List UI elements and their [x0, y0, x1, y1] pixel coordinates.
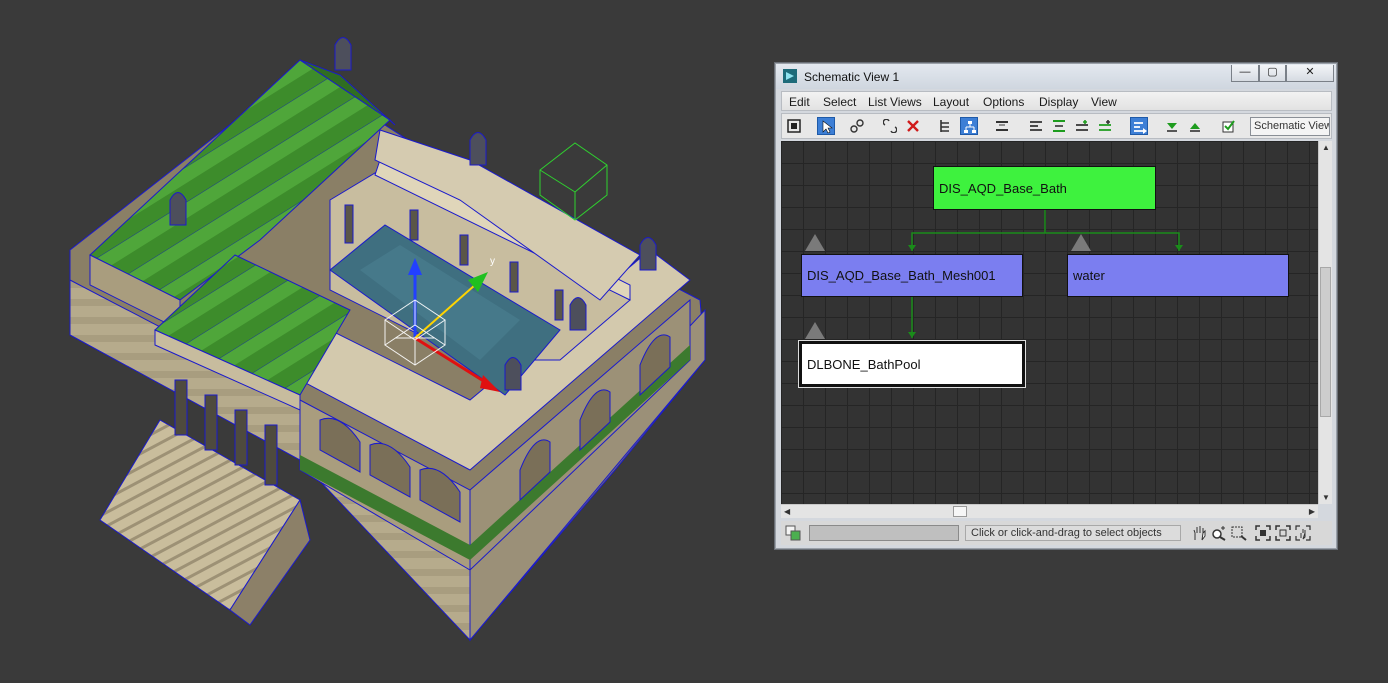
zoom-region-icon[interactable]	[1231, 525, 1247, 541]
window-title: Schematic View 1	[804, 70, 900, 84]
title-bar[interactable]: Schematic View 1 — ▢ ✕	[776, 64, 1336, 89]
vertical-scrollbar[interactable]: ▲ ▼	[1318, 141, 1332, 504]
menu-options[interactable]: Options	[983, 95, 1024, 109]
pan-to-selected-icon[interactable]	[1295, 525, 1311, 541]
status-node-icon[interactable]	[785, 525, 801, 541]
vertical-scroll-thumb[interactable]	[1320, 267, 1331, 417]
app-icon	[783, 69, 797, 83]
gizmo-y-label: y	[490, 256, 495, 267]
align-center-icon[interactable]	[1050, 117, 1068, 135]
zoom-extents-selected-icon[interactable]	[1275, 525, 1291, 541]
toolbar: Schematic View 1	[781, 113, 1332, 139]
schematic-canvas[interactable]: DIS_AQD_Base_Bath DIS_AQD_Base_Bath_Mesh…	[781, 141, 1318, 504]
references-mode-icon[interactable]	[960, 117, 978, 135]
zoom-icon[interactable]	[1211, 525, 1227, 541]
show-floater-icon[interactable]	[1130, 117, 1148, 135]
scroll-left-icon[interactable]: ◀	[784, 507, 790, 516]
node-dlbone-bathpool[interactable]: DLBONE_BathPool	[798, 340, 1026, 388]
node-collapse-triangle[interactable]	[805, 322, 825, 339]
scroll-up-icon[interactable]: ▲	[1322, 143, 1330, 152]
3d-viewport[interactable]: y	[0, 0, 770, 683]
schematic-view-window[interactable]: Schematic View 1 — ▢ ✕ Edit Select List …	[774, 62, 1338, 550]
horizontal-scroll-thumb[interactable]	[953, 506, 967, 517]
hierarchy-mode-icon[interactable]	[937, 117, 955, 135]
close-button[interactable]: ✕	[1286, 65, 1334, 82]
collapse-selected-icon[interactable]	[1186, 117, 1204, 135]
scroll-right-icon[interactable]: ▶	[1309, 507, 1315, 516]
node-dis-aqd-base-bath[interactable]: DIS_AQD_Base_Bath	[933, 166, 1156, 210]
zoom-extents-icon[interactable]	[1255, 525, 1271, 541]
menu-display[interactable]: Display	[1039, 95, 1078, 109]
node-collapse-triangle[interactable]	[1071, 234, 1091, 251]
pan-icon[interactable]	[1191, 525, 1207, 541]
display-floater-icon[interactable]	[785, 117, 803, 135]
menu-select[interactable]: Select	[823, 95, 856, 109]
menu-edit[interactable]: Edit	[789, 95, 810, 109]
select-icon[interactable]	[817, 117, 835, 135]
horizontal-scrollbar[interactable]: ◀ ▶	[781, 504, 1318, 518]
menu-view[interactable]: View	[1091, 95, 1117, 109]
status-prompt-text: Click or click-and-drag to select object…	[965, 525, 1181, 541]
minimize-button[interactable]: —	[1231, 65, 1259, 82]
status-bar: Click or click-and-drag to select object…	[781, 521, 1332, 545]
menu-layout[interactable]: Layout	[933, 95, 969, 109]
node-collapse-triangle[interactable]	[805, 234, 825, 251]
preferences-icon[interactable]	[1220, 117, 1238, 135]
node-dis-aqd-base-bath-mesh001[interactable]: DIS_AQD_Base_Bath_Mesh001	[801, 254, 1023, 297]
connect-icon[interactable]	[848, 117, 866, 135]
menu-bar: Edit Select List Views Layout Options Di…	[781, 91, 1332, 111]
align-left-icon[interactable]	[1027, 117, 1045, 135]
bath-house-model: y	[69, 37, 706, 642]
unlink-selected-icon[interactable]	[881, 117, 899, 135]
arrange-children-icon[interactable]	[1073, 117, 1091, 135]
scroll-down-icon[interactable]: ▼	[1322, 493, 1330, 502]
delete-objects-icon[interactable]	[904, 117, 922, 135]
prompt-field	[809, 525, 959, 541]
menu-list-views[interactable]: List Views	[868, 95, 922, 109]
collapse-icon[interactable]	[993, 117, 1011, 135]
arrange-selected-icon[interactable]	[1096, 117, 1114, 135]
node-water[interactable]: water	[1067, 254, 1289, 297]
expand-icon[interactable]	[1163, 117, 1181, 135]
maximize-button[interactable]: ▢	[1259, 65, 1286, 82]
view-name-dropdown[interactable]: Schematic View 1	[1250, 117, 1330, 136]
